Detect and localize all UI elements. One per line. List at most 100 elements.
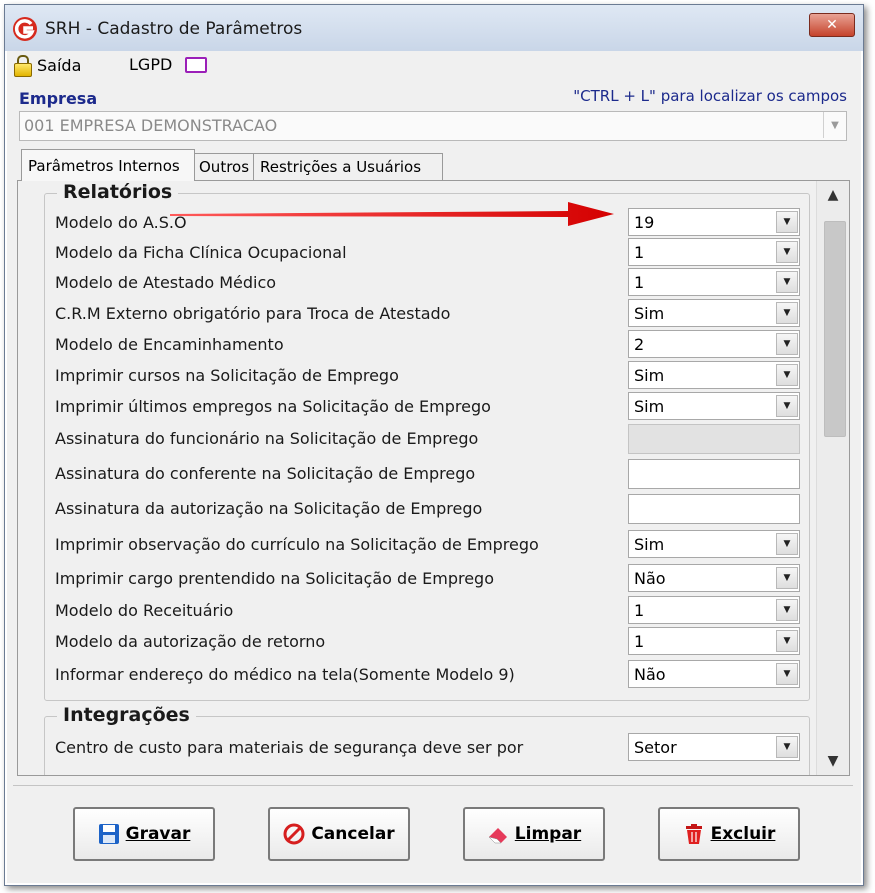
chevron-down-icon[interactable]: ▼ (776, 271, 798, 293)
field-combo[interactable]: 1 ▼ (628, 596, 800, 624)
chevron-down-icon[interactable]: ▼ (823, 112, 846, 138)
combo-value: 1 (634, 243, 645, 262)
gravar-label: Gravar (125, 824, 191, 844)
field-combo[interactable]: Não ▼ (628, 660, 800, 688)
chevron-down-icon[interactable]: ▼ (776, 395, 798, 417)
empresa-label: Empresa (19, 89, 98, 108)
lock-icon (13, 55, 32, 77)
field-combo[interactable]: 1 ▼ (628, 268, 800, 296)
vertical-scrollbar[interactable]: ▲ ▼ (816, 181, 849, 775)
field-label: Modelo de Atestado Médico (55, 273, 277, 292)
field-label: Modelo da autorização de retorno (55, 632, 326, 651)
group-integracoes: Integrações Centro de custo para materia… (44, 704, 810, 775)
scroll-up-icon[interactable]: ▲ (817, 183, 849, 207)
field-textbox[interactable] (628, 459, 800, 489)
menu-bar: Saída LGPD (7, 51, 861, 81)
field-textbox[interactable] (628, 494, 800, 524)
close-button[interactable]: ✕ (809, 13, 855, 37)
title-bar: SRH - Cadastro de Parâmetros ✕ (5, 5, 863, 51)
form-row: Modelo de Atestado Médico 1 ▼ (45, 268, 814, 298)
chevron-down-icon[interactable]: ▼ (776, 533, 798, 555)
menu-lgpd[interactable]: LGPD (129, 55, 208, 74)
chevron-down-icon[interactable]: ▼ (776, 736, 798, 758)
window-title: SRH - Cadastro de Parâmetros (45, 19, 303, 39)
combo-value: Sim (634, 304, 665, 323)
field-label: Assinatura do conferente na Solicitação … (55, 464, 476, 483)
field-combo[interactable]: 2 ▼ (628, 330, 800, 358)
cancelar-label: Cancelar (311, 824, 395, 844)
combo-value: Não (634, 665, 666, 684)
form-row: Modelo da Ficha Clínica Ocupacional 1 ▼ (45, 238, 814, 268)
red-arrow-annotation (170, 202, 614, 226)
footer-divider (13, 785, 853, 786)
chevron-down-icon[interactable]: ▼ (776, 302, 798, 324)
menu-saida-label: Saída (37, 55, 82, 75)
cancel-icon (283, 823, 305, 845)
combo-value: 1 (634, 601, 645, 620)
tab-label: Outros (199, 158, 250, 176)
tab-restricoes[interactable]: Restrições a Usuários (253, 153, 443, 180)
window-client: Saída LGPD Empresa "CTRL + L" para local… (7, 51, 861, 883)
chevron-down-icon[interactable]: ▼ (776, 211, 798, 233)
field-label: Modelo da Ficha Clínica Ocupacional (55, 243, 347, 262)
limpar-button[interactable]: Limpar (463, 807, 605, 861)
field-label: C.R.M Externo obrigatório para Troca de … (55, 304, 451, 323)
combo-value: Sim (634, 366, 665, 385)
form-row: Centro de custo para materiais de segura… (45, 733, 814, 763)
field-combo[interactable]: Sim ▼ (628, 392, 800, 420)
main-window: SRH - Cadastro de Parâmetros ✕ Saída LGP… (4, 4, 864, 886)
tab-page-parametros-internos: Relatórios Modelo do A.S.O 19 ▼ Modelo da F… (17, 180, 850, 776)
chevron-down-icon[interactable]: ▼ (776, 630, 798, 652)
combo-value: 19 (634, 213, 655, 232)
field-label: Modelo do Receituário (55, 601, 234, 620)
chevron-down-icon[interactable]: ▼ (776, 567, 798, 589)
tab-label: Parâmetros Internos (28, 156, 180, 175)
tab-parametros-internos[interactable]: Parâmetros Internos (21, 149, 195, 181)
form-row: Assinatura da autorização na Solicitação… (45, 494, 814, 524)
field-combo[interactable]: Sim ▼ (628, 299, 800, 327)
tab-outros[interactable]: Outros (192, 153, 254, 180)
form-row: Imprimir observação do currículo na Soli… (45, 530, 814, 560)
chevron-down-icon[interactable]: ▼ (776, 241, 798, 263)
field-combo[interactable]: 1 ▼ (628, 238, 800, 266)
field-combo[interactable]: Sim ▼ (628, 530, 800, 558)
group-title-relatorios: Relatórios (57, 181, 179, 203)
field-label: Informar endereço do médico na tela(Some… (55, 665, 515, 684)
form-row: Imprimir cargo prentendido na Solicitaçã… (45, 564, 814, 594)
field-combo[interactable]: Sim ▼ (628, 361, 800, 389)
scrollbar-thumb[interactable] (824, 221, 846, 437)
field-combo[interactable]: 1 ▼ (628, 627, 800, 655)
field-textbox (628, 424, 800, 454)
trash-icon (685, 824, 702, 844)
group-title-integracoes: Integrações (57, 704, 196, 726)
combo-value: Sim (634, 535, 665, 554)
combo-value: Sim (634, 397, 665, 416)
field-combo[interactable]: Não ▼ (628, 564, 800, 592)
scroll-down-icon[interactable]: ▼ (817, 749, 849, 773)
chevron-down-icon[interactable]: ▼ (776, 599, 798, 621)
chevron-down-icon[interactable]: ▼ (776, 333, 798, 355)
cancelar-button[interactable]: Cancelar (268, 807, 410, 861)
field-label: Modelo de Encaminhamento (55, 335, 284, 354)
chevron-down-icon[interactable]: ▼ (776, 663, 798, 685)
form-row: Imprimir últimos empregos na Solicitação… (45, 392, 814, 422)
form-row: Imprimir cursos na Solicitação de Empreg… (45, 361, 814, 391)
chevron-down-icon[interactable]: ▼ (776, 364, 798, 386)
limpar-label: Limpar (514, 824, 582, 844)
gravar-button[interactable]: Gravar (73, 807, 215, 861)
field-label: Imprimir últimos empregos na Solicitação… (55, 397, 491, 416)
field-label: Centro de custo para materiais de segura… (55, 738, 524, 757)
form-row: C.R.M Externo obrigatório para Troca de … (45, 299, 814, 329)
empresa-select[interactable]: 001 EMPRESA DEMONSTRACAO ▼ (19, 111, 847, 141)
field-combo[interactable]: Setor ▼ (628, 733, 800, 761)
form-row: Modelo da autorização de retorno 1 ▼ (45, 627, 814, 657)
menu-saida[interactable]: Saída (13, 55, 82, 77)
excluir-button[interactable]: Excluir (658, 807, 800, 861)
form-row: Modelo do Receituário 1 ▼ (45, 596, 814, 626)
field-label: Imprimir cargo prentendido na Solicitaçã… (55, 569, 494, 588)
combo-value: Setor (634, 738, 677, 757)
form-row: Assinatura do funcionário na Solicitação… (45, 424, 814, 454)
field-combo[interactable]: 19 ▼ (628, 208, 800, 236)
monitor-icon (184, 56, 208, 74)
app-logo-icon (13, 17, 37, 41)
